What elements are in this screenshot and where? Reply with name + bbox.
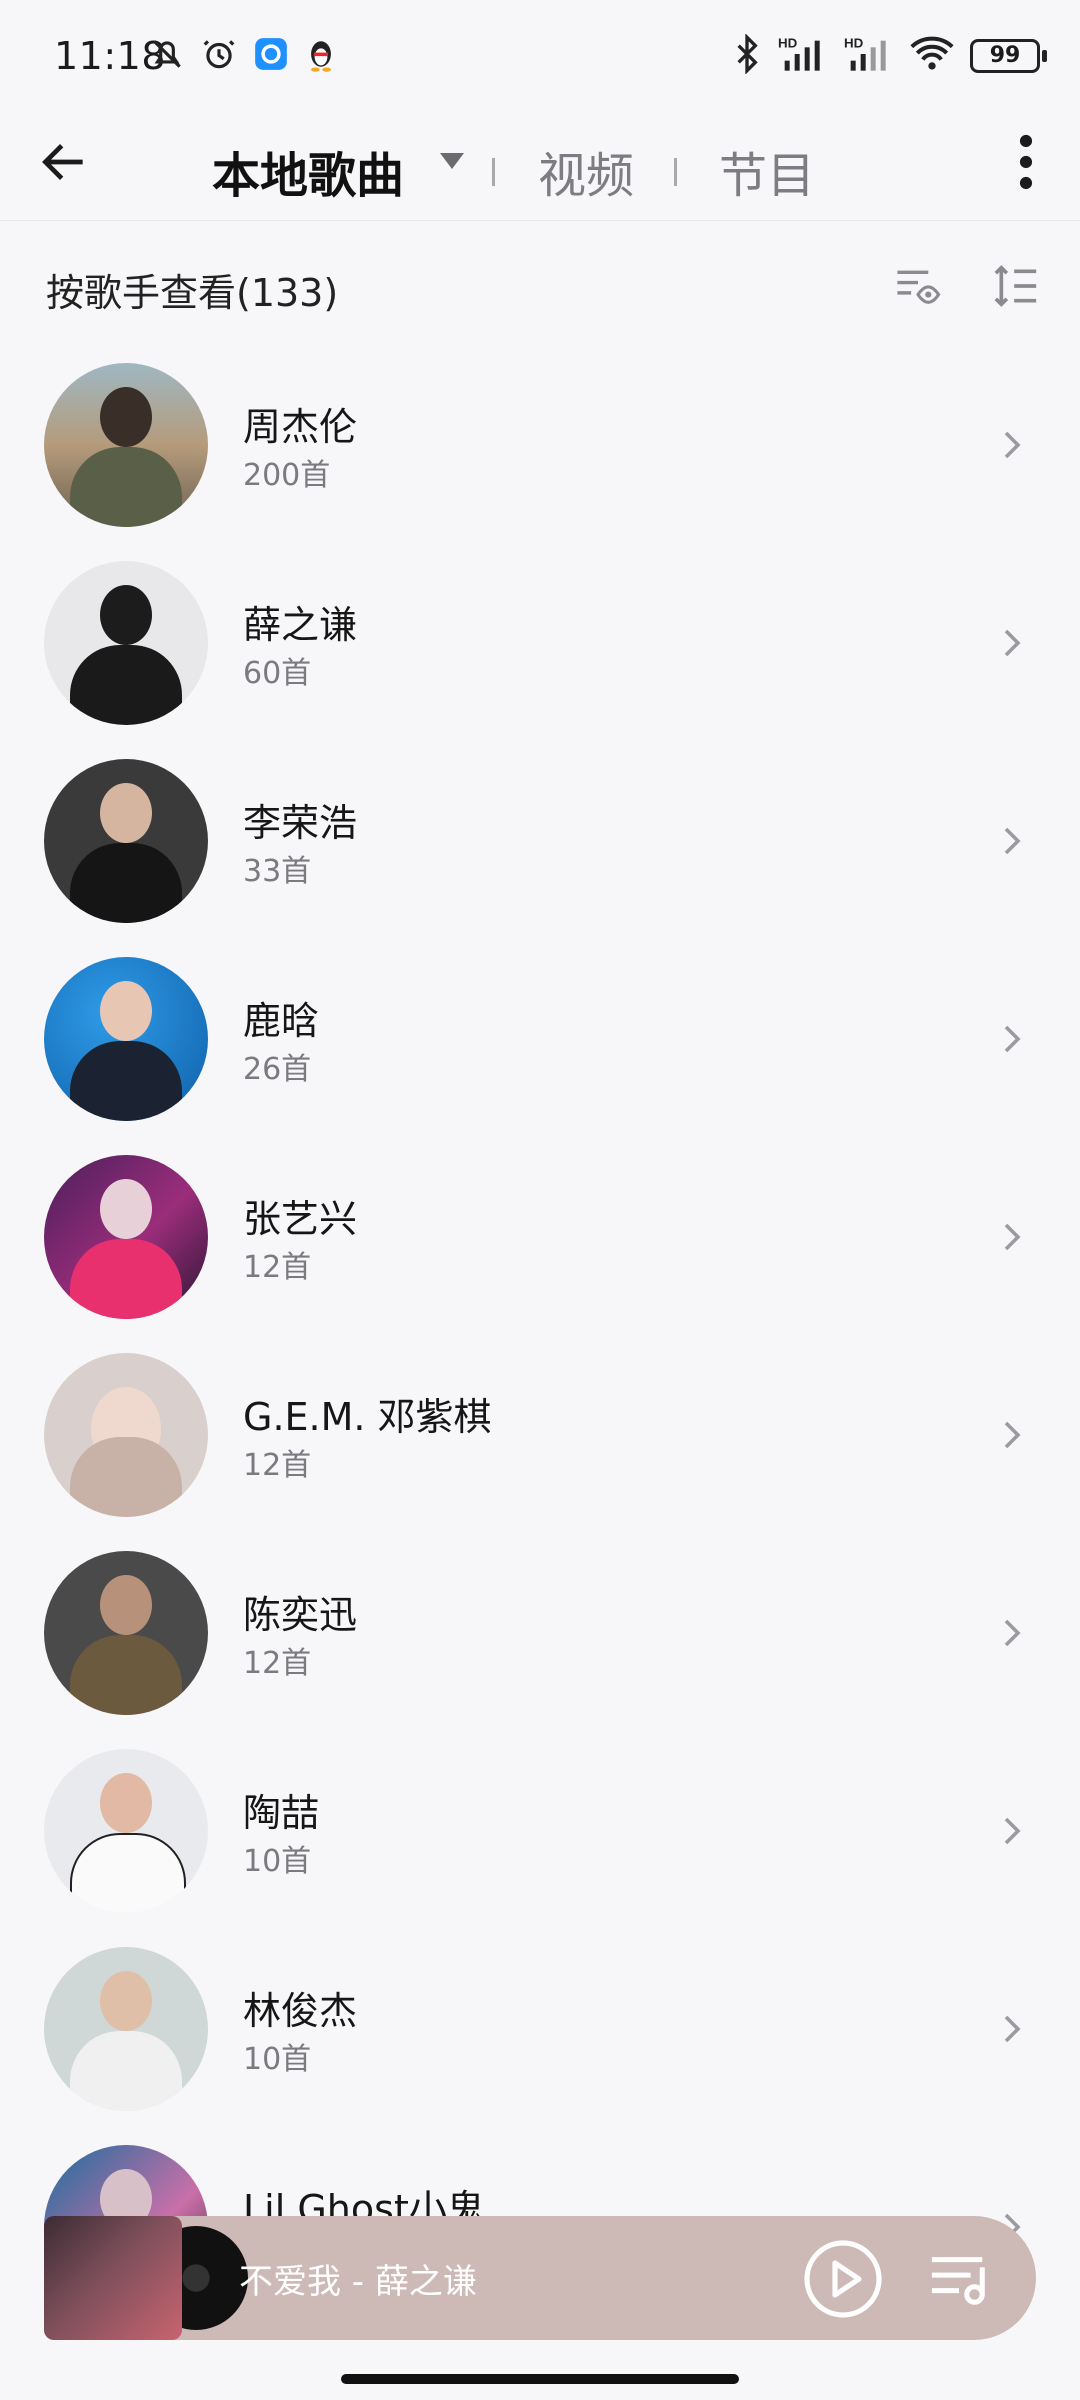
song-count: 26首 <box>243 1052 312 1087</box>
filter-eye-icon <box>897 270 941 304</box>
artist-name: 陶喆 <box>243 1791 320 1835</box>
artist-avatar <box>44 759 208 923</box>
artist-row[interactable]: 鹿晗 26首 <box>0 940 1080 1138</box>
status-right-icons: HD HD 99 <box>732 30 1047 82</box>
artist-row[interactable]: 周杰伦 200首 <box>0 346 1080 544</box>
artist-row[interactable]: 薛之谦 60首 <box>0 544 1080 742</box>
artist-row[interactable]: 陶喆 10首 <box>0 1732 1080 1930</box>
artist-name: 鹿晗 <box>243 999 320 1043</box>
song-count: 12首 <box>243 1250 312 1285</box>
chevron-right-icon <box>992 1412 1032 1458</box>
artist-row[interactable]: 林俊杰 10首 <box>0 1930 1080 2128</box>
filter-button[interactable] <box>884 252 952 320</box>
chevron-right-icon <box>992 1214 1032 1260</box>
artist-name: 李荣浩 <box>243 801 358 845</box>
list-title: 按歌手查看(133) <box>46 271 339 315</box>
battery-indicator: 99 <box>970 39 1047 73</box>
wifi-icon <box>910 34 954 78</box>
artist-name: 林俊杰 <box>243 1989 358 2033</box>
alarm-icon <box>200 35 238 77</box>
bell-off-icon <box>148 35 186 77</box>
tab-local-songs[interactable]: 本地歌曲 <box>212 136 404 206</box>
tab-divider <box>492 158 495 186</box>
more-options-button[interactable] <box>990 126 1062 198</box>
svg-text:HD: HD <box>778 35 798 50</box>
chevron-right-icon <box>992 1808 1032 1854</box>
qq-penguin-icon <box>304 35 338 77</box>
artist-name: 薛之谦 <box>243 603 358 647</box>
song-count: 10首 <box>243 2042 312 2077</box>
tab-divider <box>674 158 677 186</box>
artist-list: 周杰伦 200首 薛之谦 60首 李荣浩 33首 鹿晗 26首 张艺兴 12首 <box>0 346 1080 2326</box>
chevron-right-icon <box>992 1610 1032 1656</box>
more-vertical-icon <box>1019 134 1033 190</box>
tab-dropdown-button[interactable] <box>430 140 474 184</box>
mini-player[interactable]: 不爱我 - 薛之谦 <box>44 2216 1036 2340</box>
song-count: 12首 <box>243 1646 312 1681</box>
now-playing-title: 不爱我 - 薛之谦 <box>239 2262 477 2302</box>
sort-icon <box>994 265 1037 307</box>
artist-avatar <box>44 1749 208 1913</box>
play-circle-icon <box>804 2240 882 2318</box>
hd-signal-icon: HD <box>778 34 828 78</box>
song-count: 33首 <box>243 854 312 889</box>
hd-signal-icon: HD <box>844 34 894 78</box>
playlist-button[interactable] <box>920 2240 998 2318</box>
song-count: 10首 <box>243 1844 312 1879</box>
status-left-icons <box>148 34 338 78</box>
sort-button[interactable] <box>982 252 1050 320</box>
artist-avatar <box>44 1155 208 1319</box>
song-count: 200首 <box>243 458 331 493</box>
chevron-right-icon <box>992 620 1032 666</box>
home-indicator[interactable] <box>341 2374 739 2384</box>
browser-app-icon <box>252 35 290 77</box>
artist-avatar <box>44 1551 208 1715</box>
tab-video[interactable]: 视频 <box>538 136 634 206</box>
artist-row[interactable]: G.E.M. 邓紫棋 12首 <box>0 1336 1080 1534</box>
artist-name: G.E.M. 邓紫棋 <box>243 1395 492 1439</box>
back-arrow-icon <box>42 144 83 180</box>
svg-text:HD: HD <box>844 35 864 50</box>
artist-avatar <box>44 363 208 527</box>
artist-avatar <box>44 561 208 725</box>
chevron-right-icon <box>992 2006 1032 2052</box>
top-navigation: 本地歌曲 视频 节目 <box>0 112 1080 221</box>
bluetooth-icon <box>732 33 762 78</box>
caret-down-icon <box>440 153 464 169</box>
artist-row[interactable]: 陈奕迅 12首 <box>0 1534 1080 1732</box>
artist-row[interactable]: 李荣浩 33首 <box>0 742 1080 940</box>
chevron-right-icon <box>992 818 1032 864</box>
list-header: 按歌手查看(133) <box>0 240 1080 332</box>
artist-avatar <box>44 1947 208 2111</box>
artist-name: 张艺兴 <box>243 1197 358 1241</box>
chevron-right-icon <box>992 422 1032 468</box>
tab-program[interactable]: 节目 <box>719 136 815 206</box>
play-button[interactable] <box>802 2238 884 2320</box>
chevron-right-icon <box>992 1016 1032 1062</box>
artist-avatar <box>44 1353 208 1517</box>
artist-row[interactable]: 张艺兴 12首 <box>0 1138 1080 1336</box>
status-bar: 11:18 HD HD 99 <box>0 0 1080 112</box>
artist-avatar <box>44 957 208 1121</box>
song-count: 60首 <box>243 656 312 691</box>
back-button[interactable] <box>26 124 102 200</box>
artist-name: 周杰伦 <box>243 405 358 449</box>
song-count: 12首 <box>243 1448 312 1483</box>
playlist-icon <box>931 2257 985 2305</box>
artist-name: 陈奕迅 <box>243 1593 358 1637</box>
album-art <box>44 2216 182 2340</box>
